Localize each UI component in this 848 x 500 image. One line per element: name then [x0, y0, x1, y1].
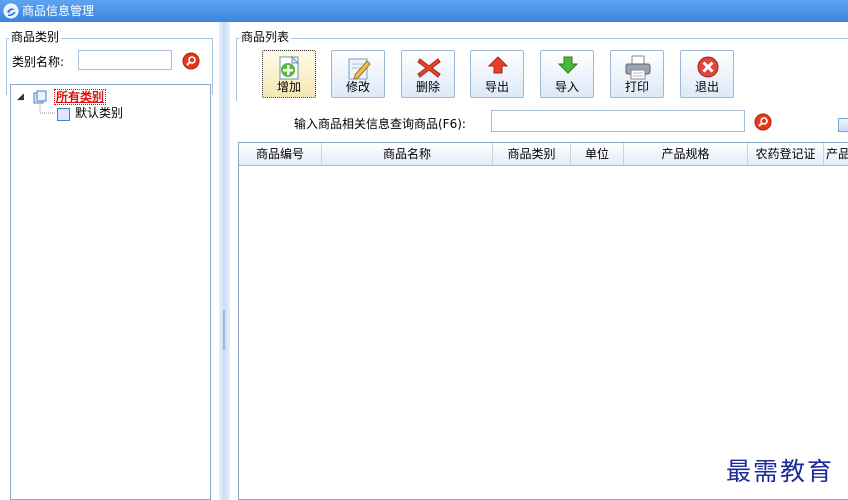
print-label: 打印 — [624, 80, 649, 94]
printer-icon — [625, 55, 651, 80]
default-category-icon — [57, 108, 70, 121]
app-icon — [3, 3, 19, 19]
edit-label: 修改 — [345, 80, 370, 94]
category-name-label: 类别名称: — [12, 55, 65, 69]
panel-splitter[interactable] — [219, 22, 230, 500]
category-search-icon[interactable] — [182, 52, 200, 70]
exit-icon — [697, 56, 719, 78]
exit-label: 退出 — [694, 80, 719, 94]
checkbox-icon[interactable] — [838, 118, 848, 132]
window-title: 商品信息管理 — [22, 4, 95, 18]
column-header[interactable]: 商品名称 — [322, 143, 493, 165]
delete-label: 删除 — [415, 80, 440, 94]
collapse-arrow-icon[interactable]: ◢ — [17, 89, 24, 105]
export-label: 导出 — [484, 80, 509, 94]
category-panel: 商品类别 类别名称: ◢ 所有类别 默认类别 — [0, 22, 219, 500]
product-search-label: 输入商品相关信息查询商品(F6): — [294, 117, 466, 131]
product-list-title: 商品列表 — [239, 29, 292, 45]
splitter-grip[interactable] — [223, 310, 225, 350]
watermark: 最需教育 — [726, 457, 835, 486]
product-search-input[interactable] — [491, 110, 745, 132]
category-tree[interactable]: ◢ 所有类别 默认类别 — [10, 84, 211, 500]
import-label: 导入 — [554, 80, 579, 94]
add-icon — [279, 55, 300, 80]
add-label: 增加 — [276, 80, 301, 94]
grid-header: 商品编号 商品名称 商品类别 单位 产品规格 农药登记证 产品 — [239, 143, 848, 166]
category-name-input[interactable] — [78, 50, 172, 70]
column-header[interactable]: 产品 — [824, 143, 848, 165]
import-button[interactable]: 导入 — [540, 50, 594, 98]
edit-icon — [348, 58, 371, 80]
export-button[interactable]: 导出 — [470, 50, 524, 98]
column-header[interactable]: 商品编号 — [239, 143, 322, 165]
delete-button[interactable]: 删除 — [401, 50, 455, 98]
column-header[interactable]: 商品类别 — [493, 143, 571, 165]
add-button[interactable]: 增加 — [262, 50, 316, 98]
category-group-title: 商品类别 — [9, 29, 62, 45]
column-header[interactable]: 单位 — [571, 143, 624, 165]
product-search-icon[interactable] — [754, 113, 772, 131]
import-arrow-down-icon — [557, 56, 579, 74]
column-header[interactable]: 农药登记证 — [748, 143, 824, 165]
edit-button[interactable]: 修改 — [331, 50, 385, 98]
category-folder-icon — [33, 90, 47, 104]
tree-node-all-label[interactable]: 所有类别 — [53, 89, 107, 105]
tree-connector — [39, 105, 55, 114]
export-arrow-up-icon — [487, 56, 509, 74]
product-panel: 商品列表 增加 修改 删除 导出 导入 打印 退出 输入商品相关信息查询商品(F… — [230, 22, 848, 500]
title-bar: 商品信息管理 — [0, 0, 848, 22]
delete-icon — [417, 58, 441, 78]
product-grid[interactable]: 商品编号 商品名称 商品类别 单位 产品规格 农药登记证 产品 — [238, 142, 848, 500]
column-header[interactable]: 产品规格 — [624, 143, 748, 165]
print-button[interactable]: 打印 — [610, 50, 664, 98]
exit-button[interactable]: 退出 — [680, 50, 734, 98]
tree-node-all-categories[interactable]: 所有类别 — [53, 89, 107, 105]
tree-node-default-category[interactable]: 默认类别 — [75, 105, 123, 121]
tree-node-default-label[interactable]: 默认类别 — [75, 106, 123, 120]
